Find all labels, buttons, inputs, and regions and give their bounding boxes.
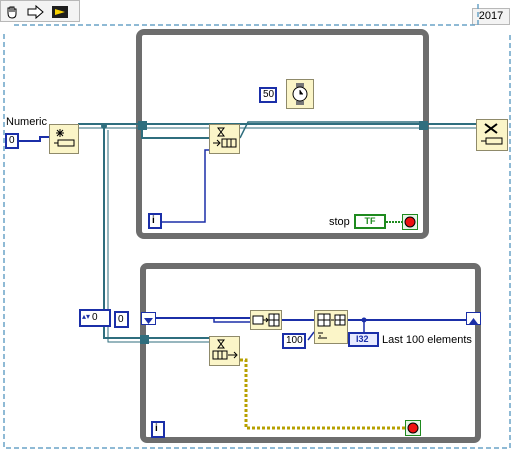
build-array-icon: [252, 313, 280, 327]
array-element-display: 0: [114, 311, 129, 328]
dequeue-element-node[interactable]: [209, 336, 240, 366]
stop-boolean-control[interactable]: TF: [354, 214, 386, 229]
enqueue-element-node[interactable]: [209, 124, 240, 154]
array-subset-node[interactable]: [314, 310, 348, 344]
wait-ms-node[interactable]: [286, 79, 314, 109]
loop2-stop-terminal[interactable]: [405, 420, 421, 436]
loop1-iteration-terminal: i: [148, 213, 162, 229]
wire-layer: [3, 2, 511, 449]
up-arrow-icon: [469, 318, 478, 324]
watch-icon: [292, 83, 308, 105]
wait-constant[interactable]: 50: [259, 87, 277, 103]
shift-register-left[interactable]: [141, 312, 156, 325]
stop-sign-icon: [404, 216, 416, 228]
dequeue-icon: [212, 339, 238, 360]
obtain-queue-node[interactable]: [49, 124, 79, 154]
last-100-indicator: I32: [348, 332, 379, 347]
numeric-label: Numeric: [6, 116, 47, 128]
index-value: 0: [92, 312, 98, 323]
release-queue-icon: [481, 123, 503, 145]
release-queue-node[interactable]: [476, 119, 508, 151]
array-subset-icon: [317, 313, 346, 339]
numeric-control[interactable]: 0: [5, 133, 19, 149]
indicator-label: Last 100 elements: [382, 334, 472, 346]
index-array-display: ▴▾ 0: [79, 309, 111, 327]
shift-register-right[interactable]: [466, 312, 481, 325]
build-array-node[interactable]: [250, 310, 282, 330]
loop2-iteration-terminal: i: [151, 421, 165, 438]
down-arrow-icon: [144, 318, 153, 324]
obtain-queue-icon: [54, 129, 75, 147]
array-size-constant[interactable]: 100: [282, 333, 306, 349]
loop1-stop-terminal[interactable]: [402, 214, 418, 230]
stop-sign-icon: [407, 422, 419, 434]
stop-label: stop: [329, 216, 350, 228]
enqueue-icon: [213, 127, 237, 148]
index-spinner-icon: ▴▾: [82, 312, 91, 321]
